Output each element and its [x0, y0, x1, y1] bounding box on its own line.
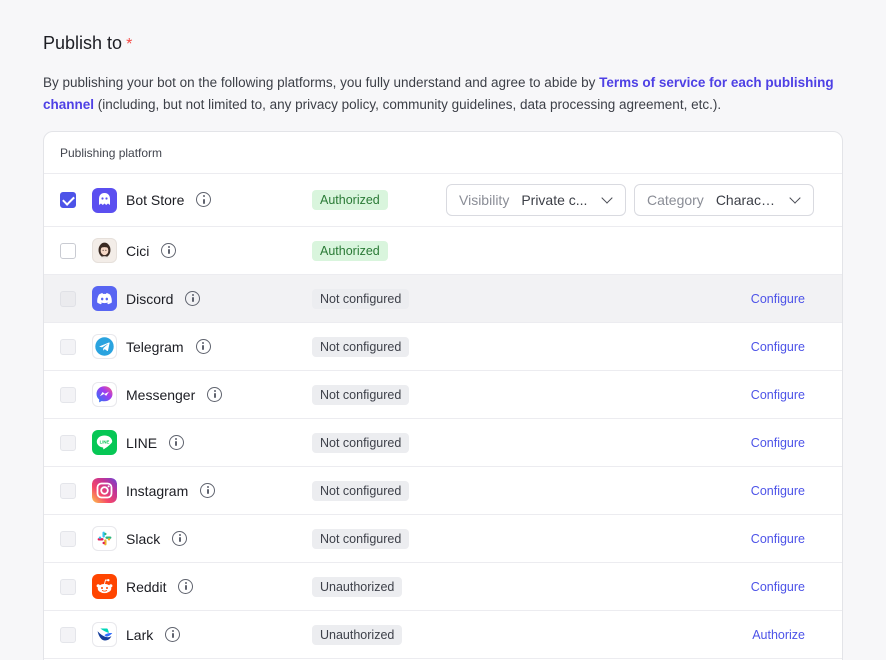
category-label: Category [647, 192, 704, 208]
checkbox-bot-store[interactable] [60, 192, 76, 208]
info-icon[interactable] [172, 530, 188, 546]
platform-table: Publishing platform Bot Store Authorized… [43, 131, 843, 660]
platform-row-lark: Lark Unauthorized Authorize [44, 611, 842, 659]
configure-link-discord[interactable]: Configure [751, 292, 805, 306]
messenger-icon [92, 382, 117, 407]
info-icon[interactable] [196, 192, 212, 207]
platform-row-messenger: Messenger Not configured Configure [44, 371, 842, 419]
platform-name: LINE [126, 434, 185, 451]
info-icon[interactable] [207, 386, 223, 402]
publish-section: Publish to * By publishing your bot on th… [0, 0, 886, 660]
instagram-icon [92, 478, 117, 503]
visibility-value: Private c... [521, 192, 588, 208]
chevron-down-icon [789, 192, 801, 204]
chevron-down-icon [601, 192, 613, 204]
checkbox-slack[interactable] [60, 530, 76, 547]
status-badge: Not configured [312, 480, 410, 501]
platform-name: Instagram [126, 482, 216, 499]
section-title: Publish to * [43, 33, 133, 53]
platform-name: Bot Store [126, 192, 212, 208]
telegram-icon [92, 334, 117, 359]
checkbox-lark[interactable] [60, 626, 76, 643]
table-header: Publishing platform [44, 132, 842, 174]
reddit-icon [92, 574, 117, 599]
checkbox-messenger[interactable] [60, 386, 76, 403]
platform-row-slack: Slack Not configured Configure [44, 515, 842, 563]
checkbox-cici[interactable] [60, 242, 76, 259]
platform-name: Cici [126, 242, 177, 259]
info-icon[interactable] [185, 290, 201, 306]
info-icon[interactable] [178, 578, 194, 594]
info-icon[interactable] [161, 242, 177, 258]
platform-name: Slack [126, 530, 188, 547]
configure-link-instagram[interactable]: Configure [751, 484, 805, 498]
platform-name: Discord [126, 290, 201, 307]
cici-icon [92, 238, 117, 263]
terms-description: By publishing your bot on the following … [43, 75, 834, 112]
svg-text:LINE: LINE [100, 439, 110, 444]
info-icon[interactable] [195, 338, 211, 354]
bot-store-icon [92, 187, 117, 213]
lark-icon [92, 622, 117, 647]
required-mark: * [126, 36, 133, 53]
status-badge: Unauthorized [312, 624, 403, 645]
info-icon[interactable] [200, 482, 216, 498]
status-badge: Authorized [312, 240, 388, 261]
platform-name: Reddit [126, 578, 194, 595]
checkbox-reddit[interactable] [60, 578, 76, 595]
status-badge: Not configured [312, 528, 410, 549]
discord-icon [92, 286, 117, 311]
platform-name: Lark [126, 626, 181, 643]
checkbox-discord[interactable] [60, 290, 76, 307]
category-value: Charact... [715, 192, 776, 208]
platform-row-instagram: Instagram Not configured Configure [44, 467, 842, 515]
configure-link-slack[interactable]: Configure [751, 532, 805, 546]
platform-name: Messenger [126, 386, 223, 403]
category-select[interactable]: Category Charact... [634, 184, 814, 216]
platform-row-telegram: Telegram Not configured Configure [44, 323, 842, 371]
platform-row-line: LINE LINE Not configured Configure [44, 419, 842, 467]
platform-row-reddit: Reddit Unauthorized Configure [44, 563, 842, 611]
platform-name: Telegram [126, 338, 211, 355]
status-badge: Authorized [312, 190, 388, 210]
visibility-select[interactable]: Visibility Private c... [446, 184, 626, 216]
configure-link-telegram[interactable]: Configure [751, 340, 805, 354]
configure-link-line[interactable]: Configure [751, 436, 805, 450]
platform-row-bot-store: Bot Store Authorized Visibility Private … [44, 174, 842, 227]
status-badge: Not configured [312, 336, 410, 357]
configure-link-messenger[interactable]: Configure [751, 388, 805, 402]
slack-icon [92, 526, 117, 551]
checkbox-instagram[interactable] [60, 482, 76, 499]
info-icon[interactable] [165, 626, 181, 642]
status-badge: Unauthorized [312, 576, 403, 597]
visibility-label: Visibility [459, 192, 510, 208]
platform-row-cici: Cici Authorized [44, 227, 842, 275]
platform-row-discord: Discord Not configured Configure [44, 275, 842, 323]
configure-link-reddit[interactable]: Configure [751, 580, 805, 594]
info-icon[interactable] [169, 434, 185, 450]
line-icon: LINE [92, 430, 117, 455]
status-badge: Not configured [312, 432, 410, 453]
status-badge: Not configured [312, 288, 410, 309]
checkbox-telegram[interactable] [60, 338, 76, 355]
status-badge: Not configured [312, 384, 410, 405]
checkbox-line[interactable] [60, 434, 76, 451]
authorize-link-lark[interactable]: Authorize [752, 628, 805, 642]
